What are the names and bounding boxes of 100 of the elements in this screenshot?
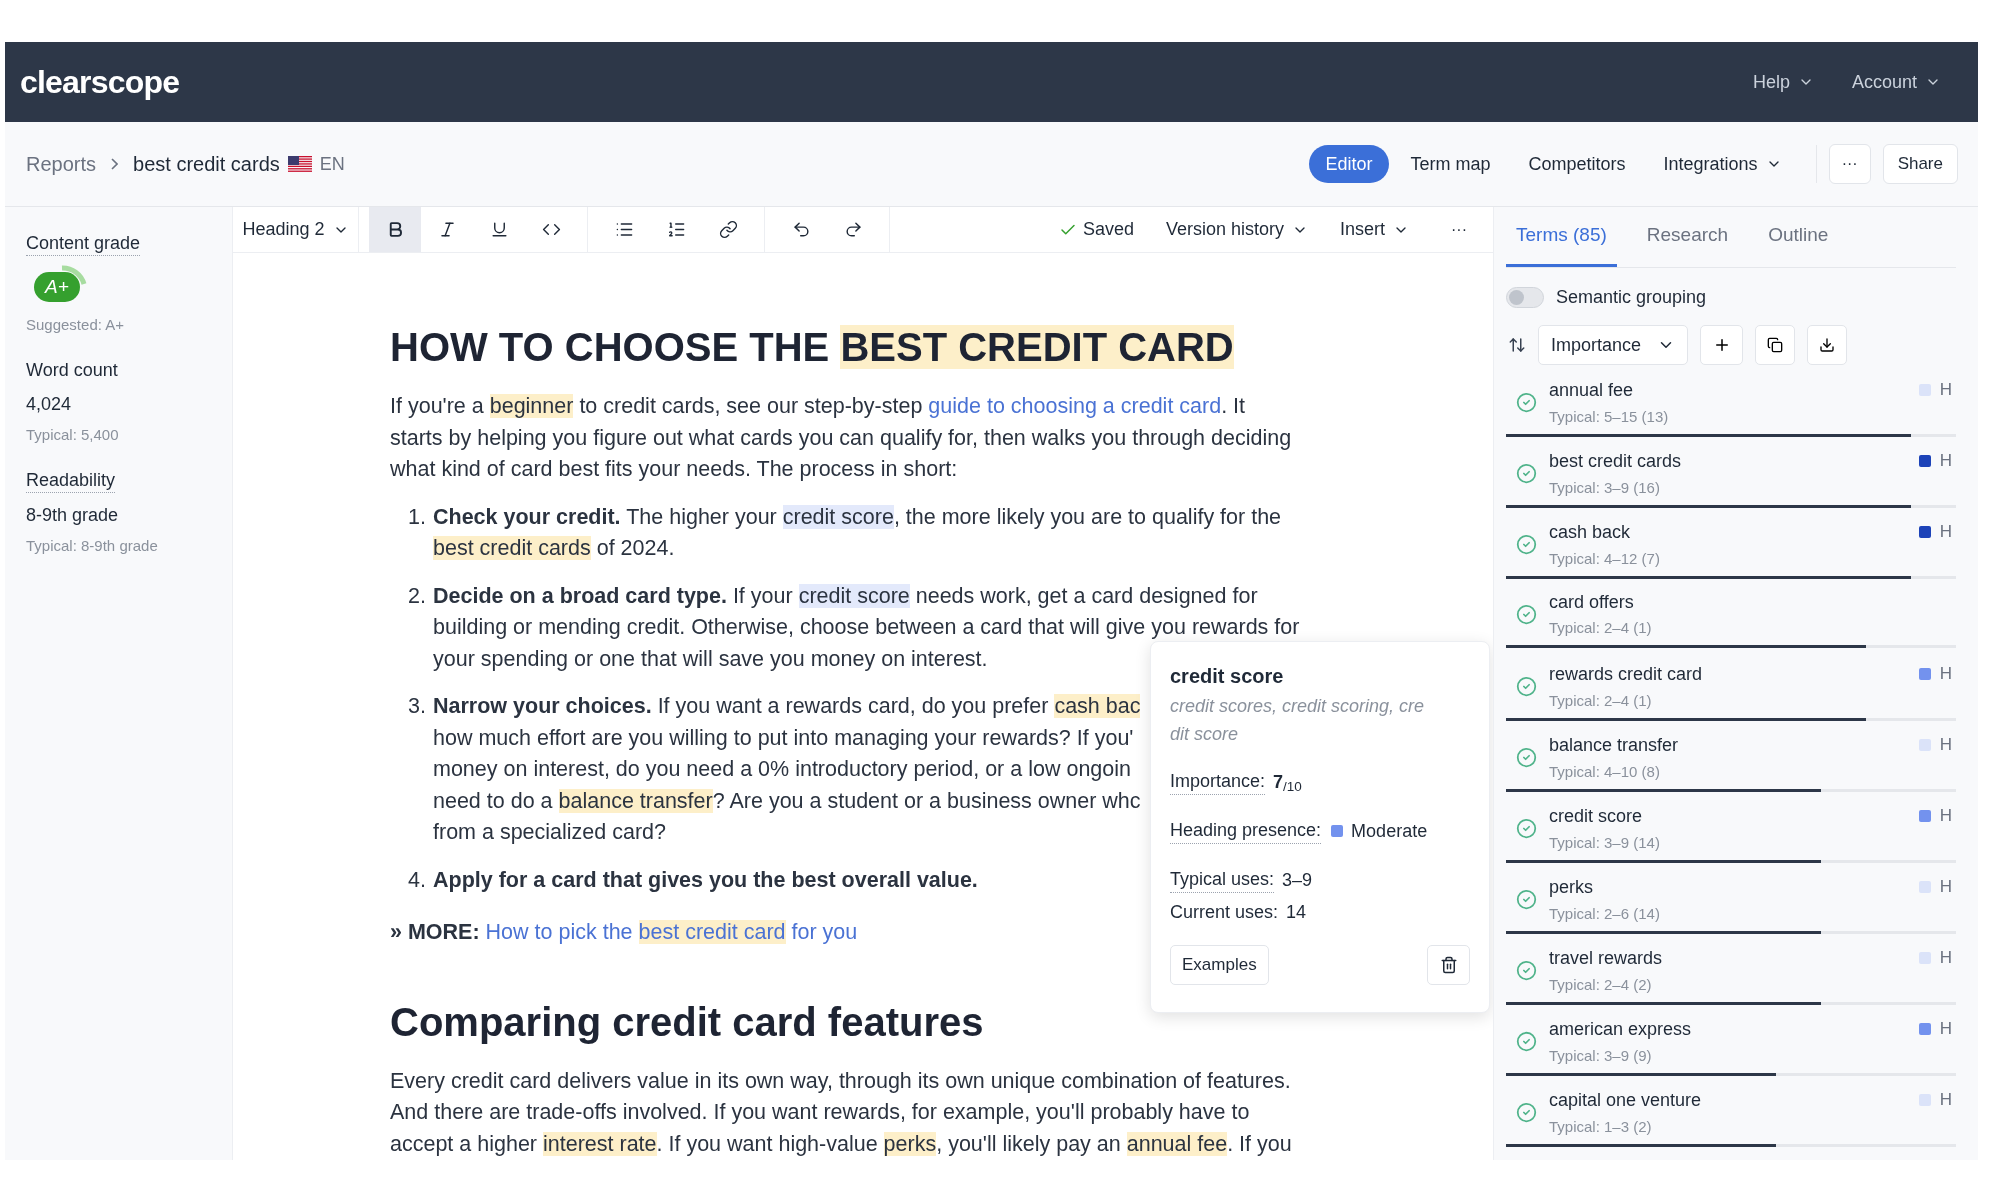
stat-value: 3–9 bbox=[1282, 868, 1313, 892]
add-button[interactable] bbox=[1700, 325, 1743, 365]
view-tab[interactable]: Editor bbox=[1309, 145, 1389, 183]
typical-range: Typical: 2–4 (1) bbox=[1549, 618, 1653, 638]
toggle-label: Semantic grouping bbox=[1556, 286, 1707, 309]
check-circle-icon bbox=[1516, 817, 1537, 839]
check-circle-icon bbox=[1516, 462, 1537, 484]
copy-icon bbox=[1767, 337, 1783, 353]
heading-label: H bbox=[1939, 1089, 1952, 1111]
metric-note: Typical: 8-9th grade bbox=[26, 536, 158, 556]
check-circle-icon bbox=[1516, 746, 1537, 768]
heading-label: H bbox=[1939, 1018, 1952, 1040]
examples-button[interactable]: Examples bbox=[1170, 945, 1269, 985]
term-row[interactable]: balance transfer H Typical: 4–10 (8) bbox=[1506, 724, 1956, 795]
view-tab[interactable]: Term map bbox=[1394, 145, 1507, 183]
delete-button[interactable] bbox=[1427, 945, 1470, 985]
list-number: 2. bbox=[407, 582, 427, 610]
metric-value: 4,024 bbox=[26, 393, 72, 416]
term-name: balance transfer bbox=[1549, 733, 1679, 757]
stat-label: Typical uses: bbox=[1170, 866, 1275, 893]
term-name: perks bbox=[1549, 875, 1593, 899]
block-style-dropdown[interactable]: Heading 2 bbox=[233, 207, 359, 252]
flag-icon bbox=[287, 155, 312, 173]
term-name: card offers bbox=[1549, 591, 1634, 614]
term-row[interactable]: perks H Typical: 2–6 (14) bbox=[1506, 866, 1956, 937]
list-number: 4. bbox=[407, 866, 427, 894]
term-row[interactable]: best credit cards H Typical: 3–9 (16) bbox=[1506, 440, 1956, 511]
list-number: 1. bbox=[407, 503, 427, 531]
trash-icon bbox=[1439, 956, 1458, 974]
term-name: annual fee bbox=[1549, 378, 1634, 402]
term-row[interactable]: credit score H Typical: 3–9 (14) bbox=[1506, 795, 1956, 866]
menu-dropdown[interactable]: Account bbox=[1851, 68, 1941, 96]
paragraph: Every credit card delivers value in its own way, through its own unique combination of features. And there are trade-offs involved. If you want rewards, for example, you'll probably have to accept a higher interest rate. If you want high-value perks, you'll likely pay an annual fee. If you bbox=[390, 1067, 1292, 1158]
term-name: best credit cards bbox=[1549, 449, 1682, 473]
breadcrumb-link[interactable]: Reports bbox=[26, 149, 97, 179]
metric-value: 8-9th grade bbox=[26, 504, 119, 527]
view-tab[interactable]: Integrations bbox=[1647, 145, 1798, 183]
toolbar-menu[interactable]: Version history bbox=[1165, 216, 1308, 243]
more-button[interactable]: ··· bbox=[1451, 217, 1467, 242]
check-circle-icon bbox=[1516, 1101, 1537, 1123]
check-circle-icon bbox=[1516, 675, 1537, 697]
term-row[interactable]: capital one venture H Typical: 1–3 (2) bbox=[1506, 1079, 1956, 1150]
typical-range: Typical: 1–3 (2) bbox=[1549, 1116, 1653, 1137]
more-link-line: » MORE: How to pick the best credit card for you bbox=[390, 919, 858, 946]
term-name: american express bbox=[1549, 1017, 1692, 1041]
metric-note: Typical: 5,400 bbox=[26, 425, 119, 445]
stat-label: Heading presence: bbox=[1170, 817, 1322, 844]
term-name: rewards credit card bbox=[1549, 662, 1703, 686]
link-icon bbox=[718, 220, 738, 239]
menu-dropdown[interactable]: Help bbox=[1752, 68, 1814, 96]
term-name: capital one venture bbox=[1549, 1088, 1702, 1112]
sort-icon[interactable] bbox=[1508, 336, 1526, 354]
format-button[interactable] bbox=[369, 207, 421, 252]
share-button[interactable]: Share bbox=[1882, 144, 1958, 184]
heading-label: H bbox=[1939, 876, 1952, 898]
list-number: 3. bbox=[407, 693, 427, 720]
stat-label: Current uses: bbox=[1170, 901, 1279, 924]
list-item-text: Check your credit. The higher your credit score, the more likely you are to qualify for the best credit cards of 2024. bbox=[433, 503, 1282, 562]
check-circle-icon bbox=[1516, 604, 1537, 625]
copy-button[interactable] bbox=[1755, 325, 1795, 365]
bullet-list-icon bbox=[614, 220, 634, 239]
check-circle-icon bbox=[1516, 888, 1537, 910]
stat-label: Importance: bbox=[1170, 768, 1266, 795]
list-item-text: Apply for a card that gives you the best overall value. bbox=[433, 866, 978, 894]
numbered-list-icon bbox=[666, 220, 686, 239]
heading-label: H bbox=[1939, 450, 1952, 472]
chevron-right-icon bbox=[111, 158, 119, 170]
term-row[interactable]: cash back H Typical: 4–12 (7) bbox=[1506, 511, 1956, 582]
heading-label: H bbox=[1939, 805, 1952, 827]
toolbar-menu[interactable]: Insert bbox=[1340, 216, 1409, 243]
metric-label: Content grade bbox=[26, 231, 141, 256]
term-row[interactable]: travel rewards H Typical: 2–4 (2) bbox=[1506, 937, 1956, 1008]
term-row[interactable]: rewards credit card H Typical: 2–4 (1) bbox=[1506, 653, 1956, 724]
heading-label: H bbox=[1939, 663, 1952, 685]
panel-tab[interactable]: Research bbox=[1636, 207, 1739, 267]
panel-tab[interactable]: Terms (85) bbox=[1506, 207, 1617, 267]
typical-range: Typical: 4–12 (7) bbox=[1549, 548, 1661, 569]
sort-dropdown[interactable]: Importance bbox=[1538, 325, 1688, 365]
heading-label: H bbox=[1939, 379, 1952, 401]
stat-value: 14 bbox=[1286, 901, 1307, 924]
grouping-toggle[interactable] bbox=[1506, 287, 1544, 308]
language-code: EN bbox=[319, 152, 345, 176]
more-button[interactable]: ··· bbox=[1828, 144, 1871, 184]
typical-range: Typical: 3–9 (16) bbox=[1549, 477, 1661, 498]
term-name: credit score bbox=[1549, 804, 1643, 828]
typical-range: Typical: 3–9 (9) bbox=[1549, 1045, 1653, 1066]
logo[interactable]: clearscope bbox=[20, 58, 180, 106]
text-link[interactable]: How to pick the best credit card for you bbox=[485, 920, 858, 944]
typical-range: Typical: 2–4 (2) bbox=[1549, 974, 1653, 995]
heading-label: H bbox=[1939, 521, 1952, 543]
term-row[interactable]: american express H Typical: 3–9 (9) bbox=[1506, 1008, 1956, 1079]
download-button[interactable] bbox=[1807, 325, 1847, 365]
view-tab[interactable]: Competitors bbox=[1512, 145, 1642, 183]
panel-tab[interactable]: Outline bbox=[1758, 207, 1839, 267]
term-row[interactable]: annual fee H Typical: 5–15 (13) bbox=[1506, 369, 1956, 440]
typical-range: Typical: 4–10 (8) bbox=[1549, 761, 1661, 782]
term-row[interactable]: card offers Typical: 2–4 (1) bbox=[1506, 582, 1956, 653]
stat-value: 7$_{/10}$ bbox=[1273, 770, 1302, 795]
check-circle-icon bbox=[1516, 391, 1537, 413]
text-link[interactable]: guide to choosing a credit card bbox=[928, 394, 1222, 418]
